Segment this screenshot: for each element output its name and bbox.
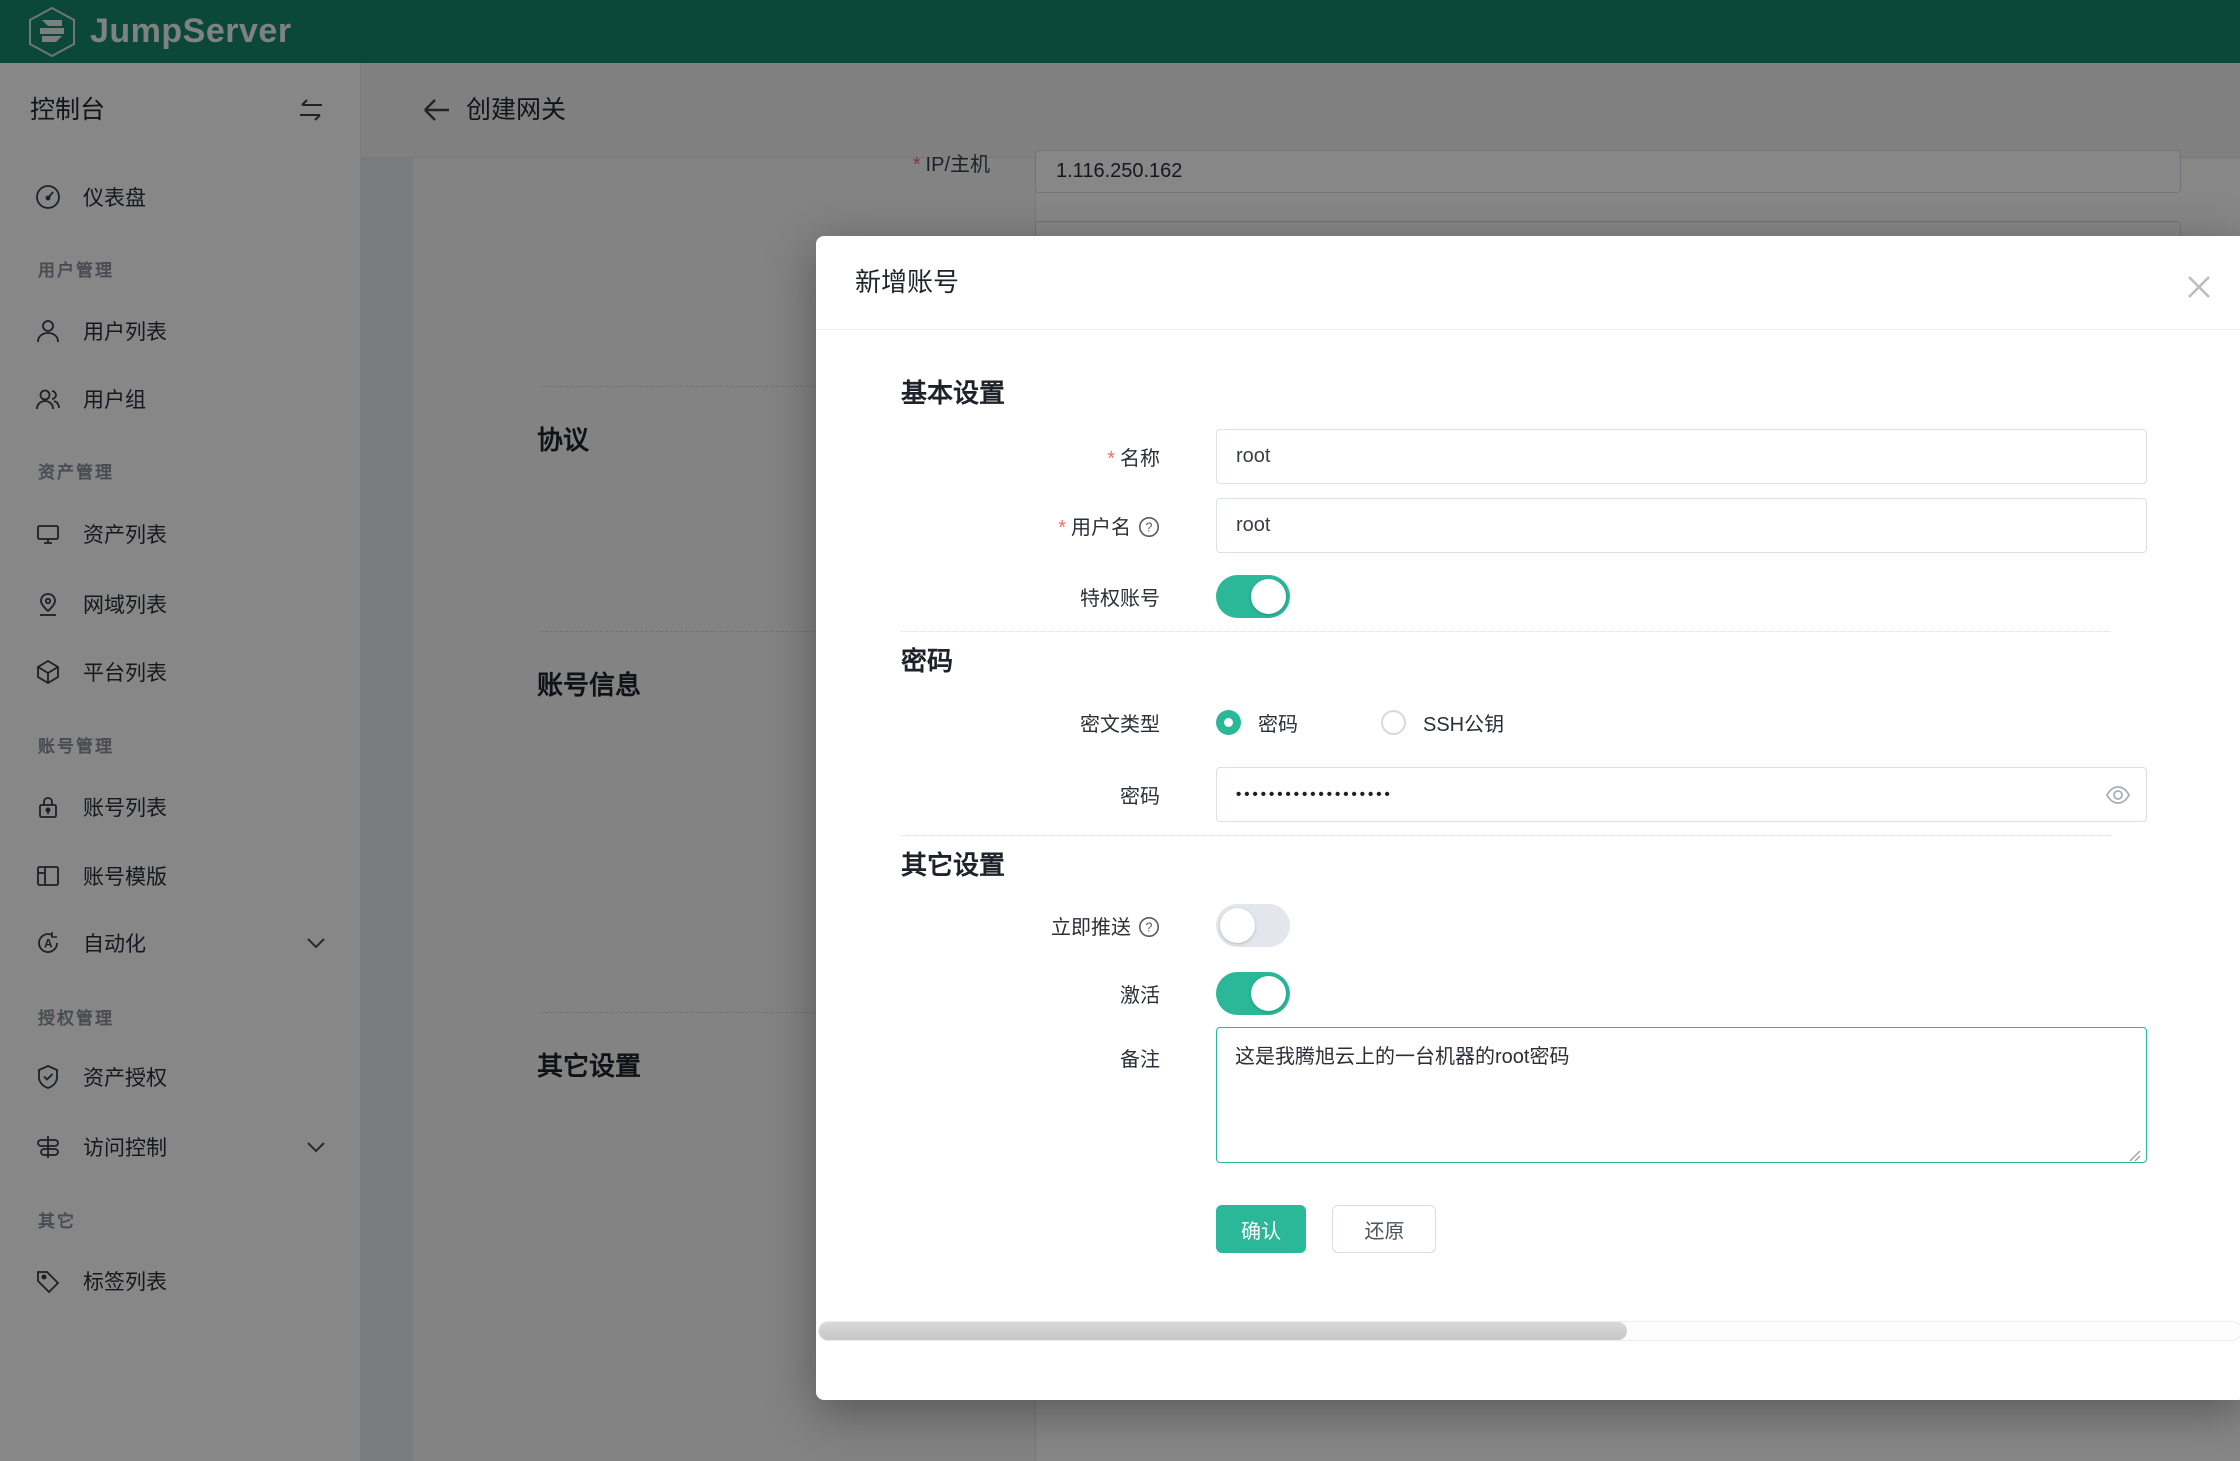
required-marker: *: [1058, 517, 1066, 539]
modal-header: 新增账号: [816, 236, 2240, 330]
close-icon[interactable]: [2186, 274, 2212, 300]
name-input[interactable]: [1216, 429, 2147, 484]
modal-body: 基本设置 *名称 *用户名 ? 特权账号 密码 密文类型: [816, 376, 2240, 1253]
active-label: 激活: [1120, 985, 1160, 1007]
radio-ssh-key[interactable]: [1381, 710, 1406, 735]
active-toggle[interactable]: [1216, 972, 1290, 1015]
password-input[interactable]: [1216, 767, 2147, 822]
username-field-row: * 用户名 ?: [901, 498, 2147, 553]
username-label: * 用户名 ?: [901, 511, 1196, 540]
section-divider: [901, 631, 2111, 632]
push-label: 立即推送 ?: [901, 911, 1196, 940]
comment-textarea[interactable]: 这是我腾旭云上的一台机器的root密码: [1216, 1027, 2147, 1163]
secret-type-label: 密文类型: [1080, 714, 1160, 736]
add-account-modal: 新增账号 基本设置 *名称 *用户名 ? 特权账号: [816, 236, 2240, 1400]
privileged-label: 特权账号: [1080, 588, 1160, 610]
secret-type-row: 密文类型 密码 SSH公钥: [901, 701, 2111, 744]
help-icon: ?: [1138, 916, 1160, 938]
push-toggle[interactable]: [1216, 904, 1290, 947]
comment-field-row: 备注 这是我腾旭云上的一台机器的root密码: [901, 1027, 2147, 1168]
scrollbar-thumb[interactable]: [819, 1322, 1627, 1340]
name-label: * 名称: [1107, 448, 1160, 470]
privileged-field-row: 特权账号: [901, 575, 2111, 618]
svg-text:?: ?: [1146, 921, 1153, 935]
privileged-toggle[interactable]: [1216, 575, 1290, 618]
password-label: 密码: [1120, 786, 1160, 808]
toggle-knob: [1220, 908, 1255, 943]
comment-label: 备注: [1120, 1049, 1160, 1071]
username-input[interactable]: [1216, 498, 2147, 553]
other-settings-heading: 其它设置: [901, 850, 1006, 880]
toggle-knob: [1251, 579, 1286, 614]
section-divider: [901, 835, 2111, 836]
password-heading: 密码: [901, 646, 954, 676]
password-field-row: 密码: [901, 767, 2147, 822]
resize-handle-icon[interactable]: [2127, 1148, 2141, 1162]
radio-password[interactable]: [1216, 710, 1241, 735]
push-field-row: 立即推送 ?: [901, 904, 2111, 947]
reset-button[interactable]: 还原: [1332, 1205, 1437, 1253]
help-icon: ?: [1138, 516, 1160, 538]
name-field-row: * 名称: [901, 429, 2147, 484]
modal-title: 新增账号: [855, 267, 960, 297]
eye-icon[interactable]: [2105, 782, 2131, 808]
toggle-knob: [1251, 976, 1286, 1011]
svg-text:?: ?: [1146, 521, 1153, 535]
horizontal-scrollbar[interactable]: [818, 1321, 2240, 1341]
radio-ssh-key-label[interactable]: SSH公钥: [1423, 708, 1504, 737]
active-field-row: 激活: [901, 972, 2111, 1015]
confirm-button[interactable]: 确认: [1216, 1205, 1306, 1253]
required-marker: *: [1107, 448, 1115, 470]
radio-password-label[interactable]: 密码: [1258, 708, 1298, 737]
modal-actions: 确认 还原: [901, 1205, 2111, 1253]
basic-settings-heading: 基本设置: [901, 378, 1006, 408]
